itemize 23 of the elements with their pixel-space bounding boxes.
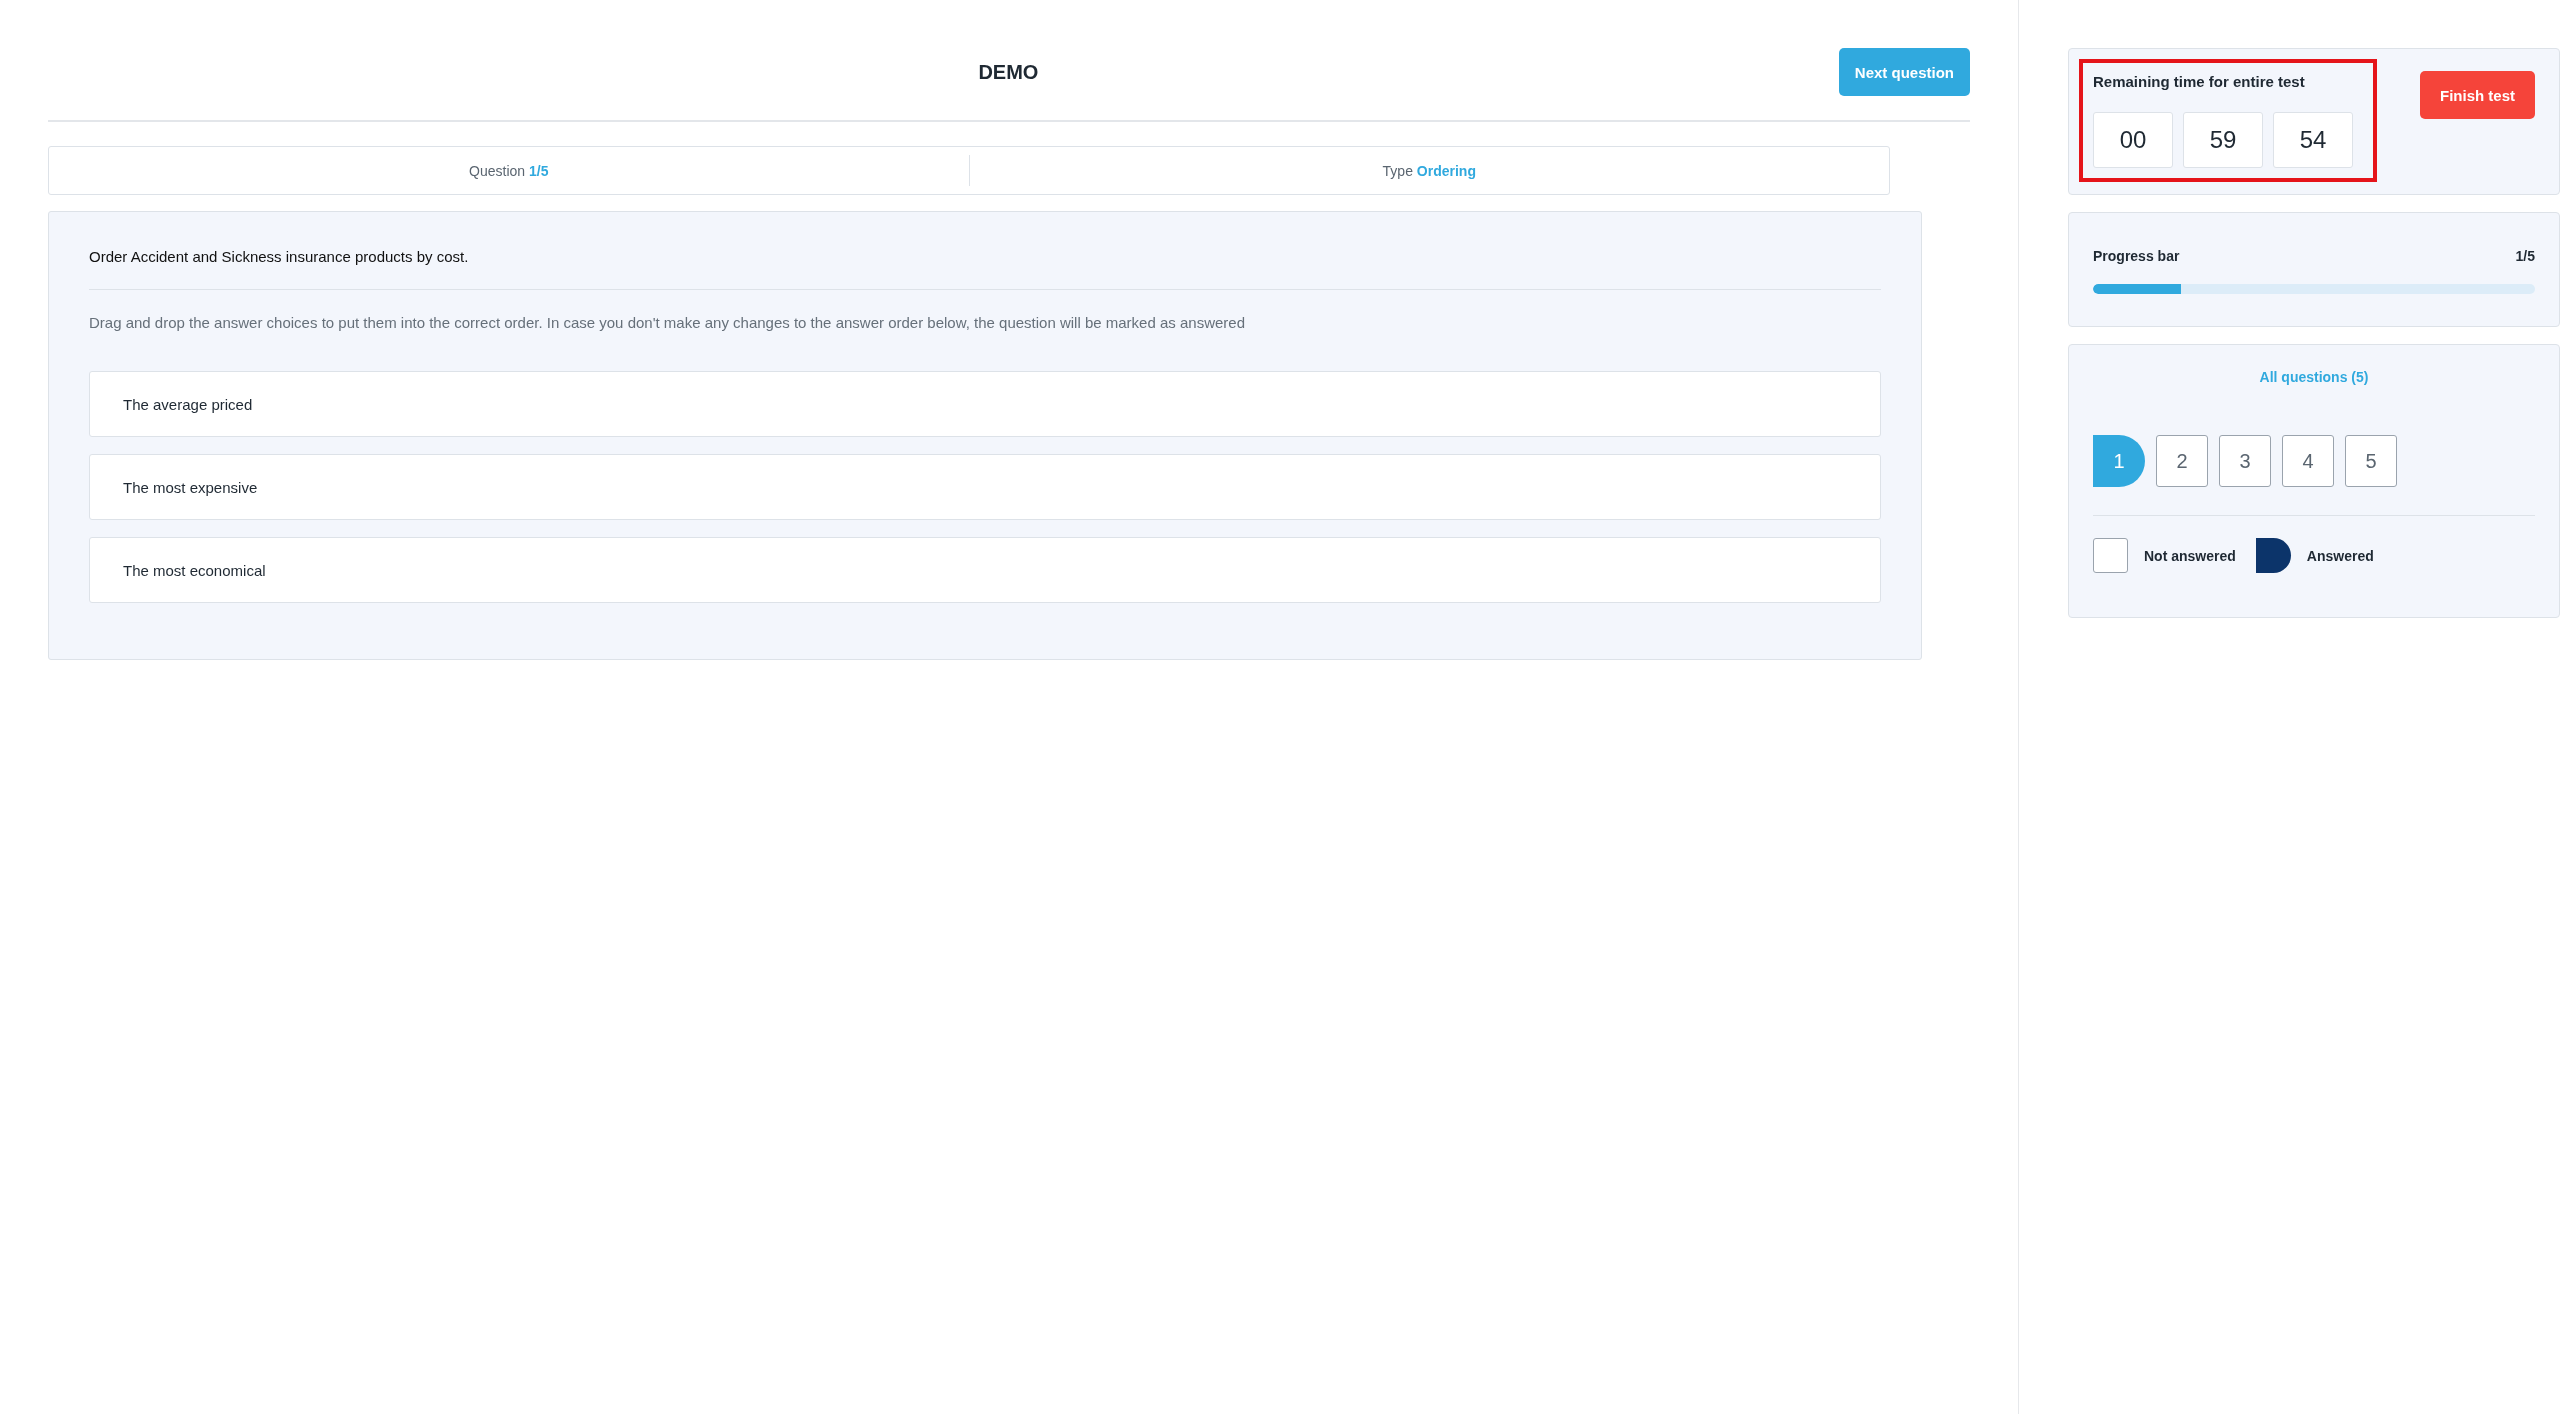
instructions: Drag and drop the answer choices to put them into the correct order. In case you don't make any changes to the answer order below, the question will be marked as answered bbox=[89, 314, 1247, 331]
seconds-display: 54 bbox=[2273, 112, 2353, 168]
progress-title: Progress bar bbox=[2093, 248, 2180, 264]
timer-title: Remaining time for entire test bbox=[2093, 73, 2306, 90]
finish-test-button[interactable]: Finish test bbox=[2420, 71, 2535, 119]
question-number-button[interactable]: 3 bbox=[2219, 435, 2271, 487]
answered-swatch bbox=[2255, 538, 2291, 573]
answer-choice[interactable]: The average priced bbox=[89, 371, 1881, 437]
question-type: Type Ordering bbox=[1382, 162, 1476, 179]
question-number: Question 1/5 bbox=[469, 162, 549, 179]
hours-display: 00 bbox=[2093, 112, 2173, 168]
answer-choice[interactable]: The most economical bbox=[89, 537, 1881, 603]
progress-count: 1/5 bbox=[2515, 248, 2535, 264]
unanswered-swatch bbox=[2093, 538, 2128, 573]
answer-choice[interactable]: The most expensive bbox=[89, 454, 1881, 520]
question-prompt: Order Accident and Sickness insurance products by cost. bbox=[89, 248, 1881, 290]
legend-label: Answered bbox=[2306, 547, 2374, 564]
question-number-button[interactable]: 5 bbox=[2345, 435, 2397, 487]
legend-label: Not answered bbox=[2144, 547, 2236, 564]
page-title: DEMO bbox=[977, 60, 1040, 84]
question-number-button[interactable]: 2 bbox=[2156, 435, 2208, 487]
question-number-button[interactable]: 4 bbox=[2282, 435, 2334, 487]
minutes-display: 59 bbox=[2183, 112, 2263, 168]
